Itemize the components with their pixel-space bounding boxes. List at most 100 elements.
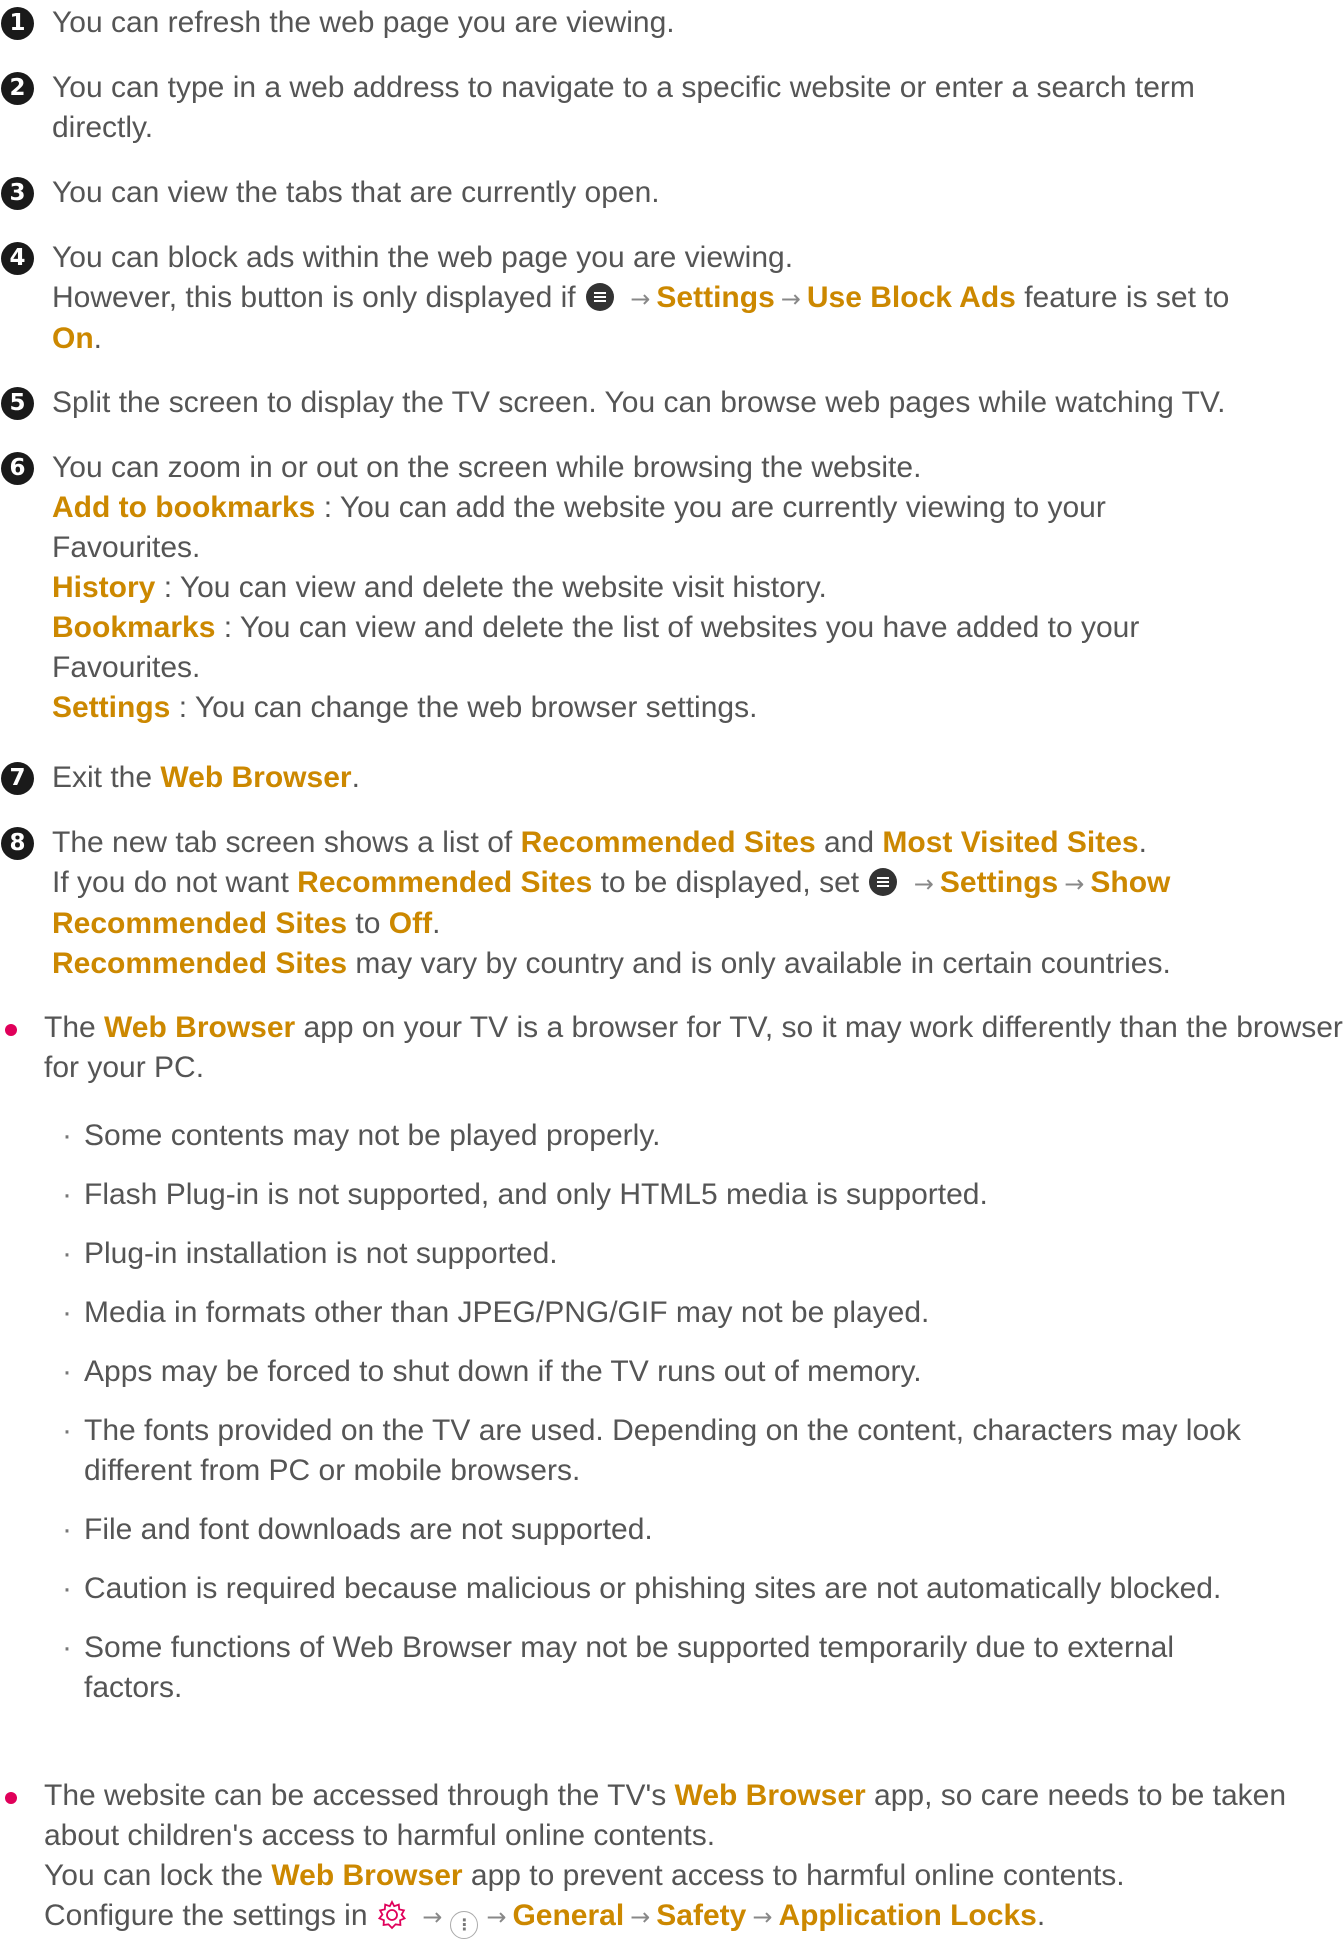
item-1: 1 You can refresh the web page you are v…: [0, 3, 1343, 43]
off-value: Off: [388, 907, 433, 940]
arrow-icon: →: [630, 1903, 651, 1931]
sub-item-7: · File and font downloads are not support…: [62, 1510, 1343, 1550]
web-browser-label: Web Browser: [160, 761, 352, 794]
add-to-bookmarks-label: Add to bookmarks: [52, 491, 316, 524]
use-block-ads-link: Use Block Ads: [806, 281, 1016, 314]
more-options-icon: ⋮: [450, 1911, 479, 1939]
item-8-note: If you do not want: [52, 866, 298, 899]
note-2-config-text: Configure the settings in: [44, 1899, 368, 1932]
item-4-note: However, this button is only displayed i…: [52, 281, 576, 314]
number-7-icon: 7: [1, 762, 34, 795]
period: .: [1036, 1899, 1046, 1932]
sub-item-text: Some functions of Web Browser may not be…: [84, 1631, 1175, 1704]
note-2-lock: You can lock the Web Browser app to prev…: [44, 1856, 1304, 1896]
sub-item-8: · Caution is required because malicious o…: [62, 1569, 1343, 1609]
most-visited-sites-label: Most Visited Sites: [882, 826, 1139, 859]
bullet-dot-icon: [5, 1792, 17, 1804]
sub-item-6: · The fonts provided on the TV are used. …: [62, 1411, 1343, 1491]
arrow-icon: →: [780, 285, 801, 313]
on-value: On: [52, 322, 94, 355]
item-2-text: You can type in a web address to navigat…: [52, 71, 1195, 144]
arrow-icon: →: [1064, 870, 1085, 898]
history-label: History: [52, 571, 156, 604]
sub-item-4: · Media in formats other than JPEG/PNG/GI…: [62, 1293, 1343, 1333]
middot-icon: ·: [62, 1237, 72, 1270]
note-bullet-1: The Web Browser app on your TV is a brow…: [0, 1008, 1343, 1088]
middot-icon: ·: [62, 1178, 72, 1211]
item-3-text: You can view the tabs that are currently…: [52, 176, 660, 209]
number-1-icon: 1: [1, 7, 34, 40]
middot-icon: ·: [62, 1572, 72, 1605]
period: .: [1138, 826, 1147, 859]
note-bullet-2: The website can be accessed through the …: [0, 1776, 1304, 1939]
safety-link: Safety: [656, 1899, 747, 1932]
recommended-sites-label: Recommended Sites: [520, 826, 816, 859]
item-4-line1: You can block ads within the web page yo…: [52, 241, 794, 274]
period: .: [93, 322, 103, 355]
item-4-note-end: feature is set to: [1024, 281, 1230, 314]
period: .: [351, 761, 360, 794]
sub-item-text: Plug-in installation is not supported.: [84, 1237, 558, 1270]
note-2-para: The website can be accessed through the …: [44, 1776, 1304, 1856]
settings-label: Settings: [52, 691, 171, 724]
item-4-line2: However, this button is only displayed i…: [52, 278, 1343, 359]
bookmarks-desc: : You can view and delete the list of we…: [52, 611, 1140, 684]
note-2-config: Configure the settings in → ⋮ → General → Saf…: [44, 1896, 1304, 1939]
item-5: 5 Split the screen to display the TV scr…: [0, 383, 1343, 423]
middot-icon: ·: [62, 1355, 72, 1388]
item-7-text: Exit the: [52, 761, 161, 794]
web-browser-label: Web Browser: [271, 1859, 463, 1892]
middot-icon: ·: [62, 1296, 72, 1329]
note-1-text: The: [44, 1011, 105, 1044]
middot-icon: ·: [62, 1414, 72, 1447]
item-8-note-cont: to be displayed, set: [592, 866, 860, 899]
sub-item-text: Some contents may not be played properly…: [84, 1119, 661, 1152]
item-8: 8 The new tab screen shows a list of Rec…: [0, 823, 1343, 984]
menu-icon: [869, 868, 898, 896]
item-4: 4 You can block ads within the web page …: [0, 238, 1343, 359]
arrow-icon: →: [630, 285, 651, 313]
item-8-line3: Recommended Sites may vary by country an…: [52, 944, 1343, 984]
arrow-icon: →: [913, 870, 934, 898]
middot-icon: ·: [62, 1513, 72, 1546]
settings-link: Settings: [939, 866, 1059, 899]
item-8-line2: If you do not want Recommended Sites to …: [52, 863, 1343, 944]
item-8-to: to: [347, 907, 389, 940]
number-5-icon: 5: [1, 387, 34, 420]
sub-item-9: · Some functions of Web Browser may not b…: [62, 1628, 1264, 1708]
number-6-icon: 6: [1, 452, 34, 485]
middot-icon: ·: [62, 1631, 72, 1664]
item-8-text: The new tab screen shows a list of: [52, 826, 521, 859]
item-8-availability: may vary by country and is only availabl…: [347, 947, 1171, 980]
recommended-sites-label: Recommended Sites: [297, 866, 593, 899]
arrow-icon: →: [422, 1903, 443, 1931]
sub-item-text: The fonts provided on the TV are used. D…: [84, 1414, 1241, 1487]
item-6-add-bookmarks: Add to bookmarks : You can add the websi…: [52, 488, 1212, 568]
menu-icon: [585, 283, 614, 311]
number-8-icon: 8: [1, 827, 34, 860]
number-2-icon: 2: [1, 72, 34, 105]
sub-item-1: · Some contents may not be played properl…: [62, 1116, 1343, 1156]
application-locks-link: Application Locks: [778, 1899, 1037, 1932]
sub-item-text: Apps may be forced to shut down if the T…: [84, 1355, 922, 1388]
period: .: [432, 907, 441, 940]
recommended-sites-label: Recommended Sites: [52, 947, 348, 980]
general-link: General: [512, 1899, 625, 1932]
item-6: 6 You can zoom in or out on the screen w…: [0, 448, 1212, 728]
note-2-text: The website can be accessed through the …: [44, 1779, 675, 1812]
sub-item-text: Caution is required because malicious or…: [84, 1572, 1222, 1605]
sub-item-5: · Apps may be forced to shut down if the …: [62, 1352, 1343, 1392]
item-6-bookmarks: Bookmarks : You can view and delete the …: [52, 608, 1212, 688]
note-2-lock-text: You can lock the: [44, 1859, 272, 1892]
sub-item-text: Media in formats other than JPEG/PNG/GIF…: [84, 1296, 930, 1329]
item-5-text: Split the screen to display the TV scree…: [52, 386, 1226, 419]
item-1-text: You can refresh the web page you are vie…: [52, 6, 675, 39]
history-desc: : You can view and delete the website vi…: [155, 571, 827, 604]
item-3: 3 You can view the tabs that are current…: [0, 173, 1343, 213]
web-browser-label: Web Browser: [674, 1779, 866, 1812]
middot-icon: ·: [62, 1119, 72, 1152]
item-6-settings: Settings : You can change the web browse…: [52, 688, 1212, 728]
item-2: 2 You can type in a web address to navig…: [0, 68, 1293, 148]
item-8-line1: The new tab screen shows a list of Recom…: [52, 823, 1343, 863]
item-7: 7 Exit the Web Browser.: [0, 758, 1343, 798]
